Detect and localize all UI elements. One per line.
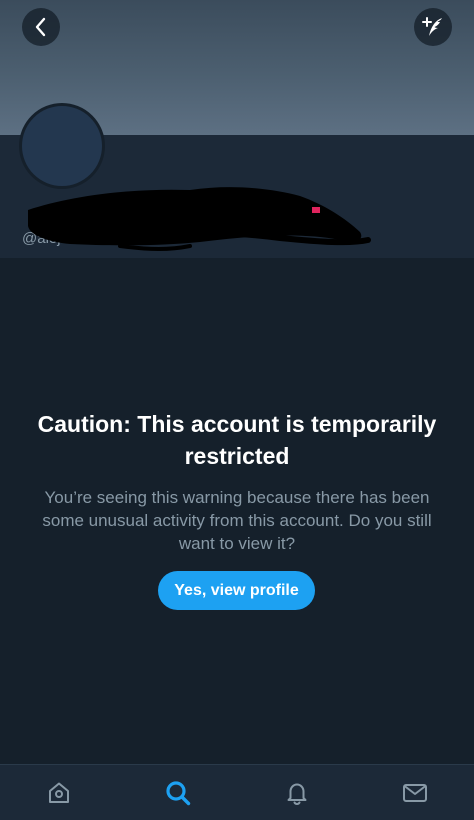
- warning-body: You’re seeing this warning because there…: [42, 488, 432, 553]
- bottom-tab-bar: [0, 764, 474, 820]
- profile-handle: @alej: [22, 230, 61, 247]
- compose-tweet-icon: [422, 17, 442, 36]
- avatar: [19, 103, 105, 189]
- mail-icon: [403, 784, 427, 802]
- back-button[interactable]: [22, 8, 60, 46]
- warning-title: Caution: This account is temporarily res…: [37, 411, 437, 469]
- restricted-account-warning: Caution: This account is temporarily res…: [30, 408, 444, 555]
- tab-search[interactable]: [158, 777, 198, 809]
- tab-home[interactable]: [39, 777, 79, 809]
- profile-screen: @alej Caution: This account is temporari…: [0, 0, 474, 820]
- chevron-left-icon: [35, 17, 46, 37]
- tab-notifications[interactable]: [277, 777, 317, 809]
- compose-tweet-button[interactable]: [414, 8, 452, 46]
- search-icon: [166, 781, 191, 806]
- view-profile-button[interactable]: Yes, view profile: [158, 571, 315, 610]
- tab-messages[interactable]: [395, 777, 435, 809]
- bell-icon: [287, 783, 307, 806]
- home-icon: [49, 782, 69, 803]
